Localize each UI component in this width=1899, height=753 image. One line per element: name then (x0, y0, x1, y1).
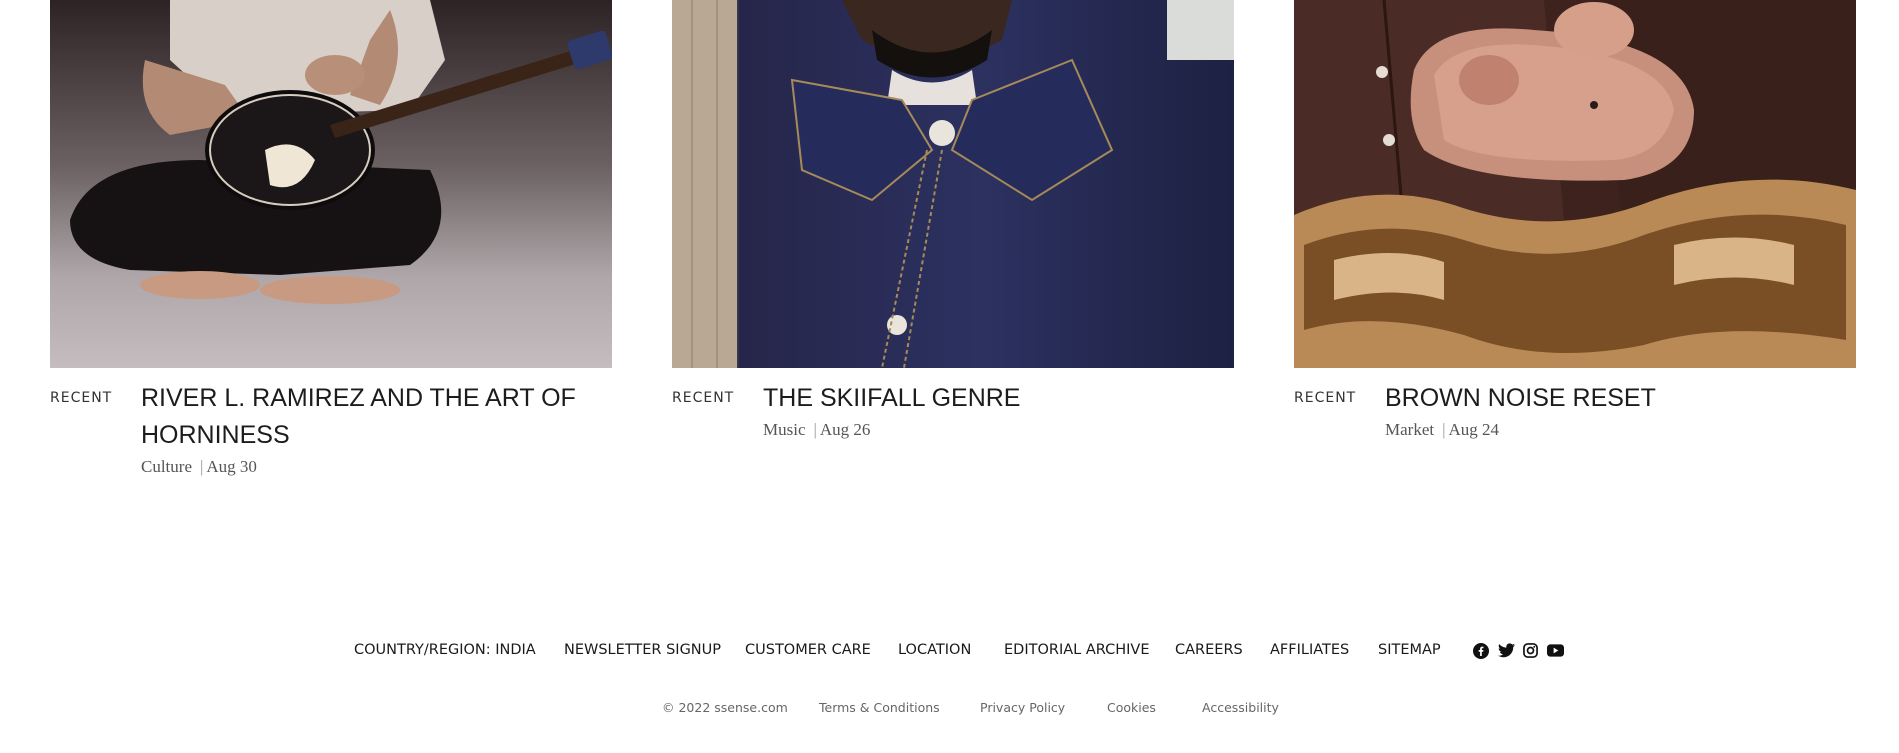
legal-bar: © 2022 ssense.com Terms & Conditions Pri… (0, 700, 1899, 720)
article-image[interactable] (50, 0, 612, 368)
facebook-icon[interactable] (1473, 643, 1489, 661)
article-subline: Market | Aug 24 (1385, 420, 1499, 440)
footer-nav: COUNTRY/REGION: INDIA NEWSLETTER SIGNUP … (0, 642, 1899, 668)
article-title[interactable]: BROWN NOISE RESET (1385, 380, 1845, 417)
article-title[interactable]: RIVER L. RAMIREZ AND THE ART OF HORNINES… (141, 380, 601, 454)
footer-link-editorial-archive[interactable]: EDITORIAL ARCHIVE (1004, 642, 1150, 658)
article-category[interactable]: Market (1385, 420, 1434, 439)
article-subline: Culture | Aug 30 (141, 457, 257, 477)
copyright-text: © 2022 ssense.com (662, 700, 788, 715)
footer-link-sitemap[interactable]: SITEMAP (1378, 642, 1441, 658)
article-date: Aug 30 (206, 457, 257, 476)
legal-link-privacy[interactable]: Privacy Policy (980, 700, 1065, 715)
article-category[interactable]: Culture (141, 457, 192, 476)
article-image[interactable] (672, 0, 1234, 368)
footer-link-location[interactable]: LOCATION (898, 642, 971, 658)
instagram-icon[interactable] (1523, 643, 1538, 661)
legal-link-cookies[interactable]: Cookies (1107, 700, 1156, 715)
article-date: Aug 26 (819, 420, 871, 439)
legal-link-terms[interactable]: Terms & Conditions (819, 700, 940, 715)
footer-link-newsletter[interactable]: NEWSLETTER SIGNUP (564, 642, 721, 658)
article-image[interactable] (1294, 0, 1856, 368)
footer-link-careers[interactable]: CAREERS (1175, 642, 1243, 658)
youtube-icon[interactable] (1547, 643, 1564, 661)
article-category[interactable]: Music (763, 420, 806, 439)
article-tag: RECENT (50, 390, 113, 406)
footer-link-country-region[interactable]: COUNTRY/REGION: INDIA (354, 642, 536, 658)
article-card[interactable]: RECENT BROWN NOISE RESET Market | Aug 24 (1294, 0, 1856, 488)
legal-link-accessibility[interactable]: Accessibility (1202, 700, 1279, 715)
article-date: Aug 24 (1448, 420, 1500, 439)
footer-link-affiliates[interactable]: AFFILIATES (1270, 642, 1349, 658)
article-card[interactable]: RECENT RIVER L. RAMIREZ AND THE ART OF H… (50, 0, 612, 488)
twitter-icon[interactable] (1498, 643, 1515, 661)
footer-link-customer-care[interactable]: CUSTOMER CARE (745, 642, 871, 658)
separator: | (1442, 420, 1446, 439)
separator: | (813, 420, 817, 439)
article-card[interactable]: RECENT THE SKIIFALL GENRE Music | Aug 26 (672, 0, 1234, 488)
article-tag: RECENT (1294, 390, 1357, 406)
article-subline: Music | Aug 26 (763, 420, 870, 440)
separator: | (200, 457, 204, 476)
article-title[interactable]: THE SKIIFALL GENRE (763, 380, 1223, 417)
article-tag: RECENT (672, 390, 735, 406)
